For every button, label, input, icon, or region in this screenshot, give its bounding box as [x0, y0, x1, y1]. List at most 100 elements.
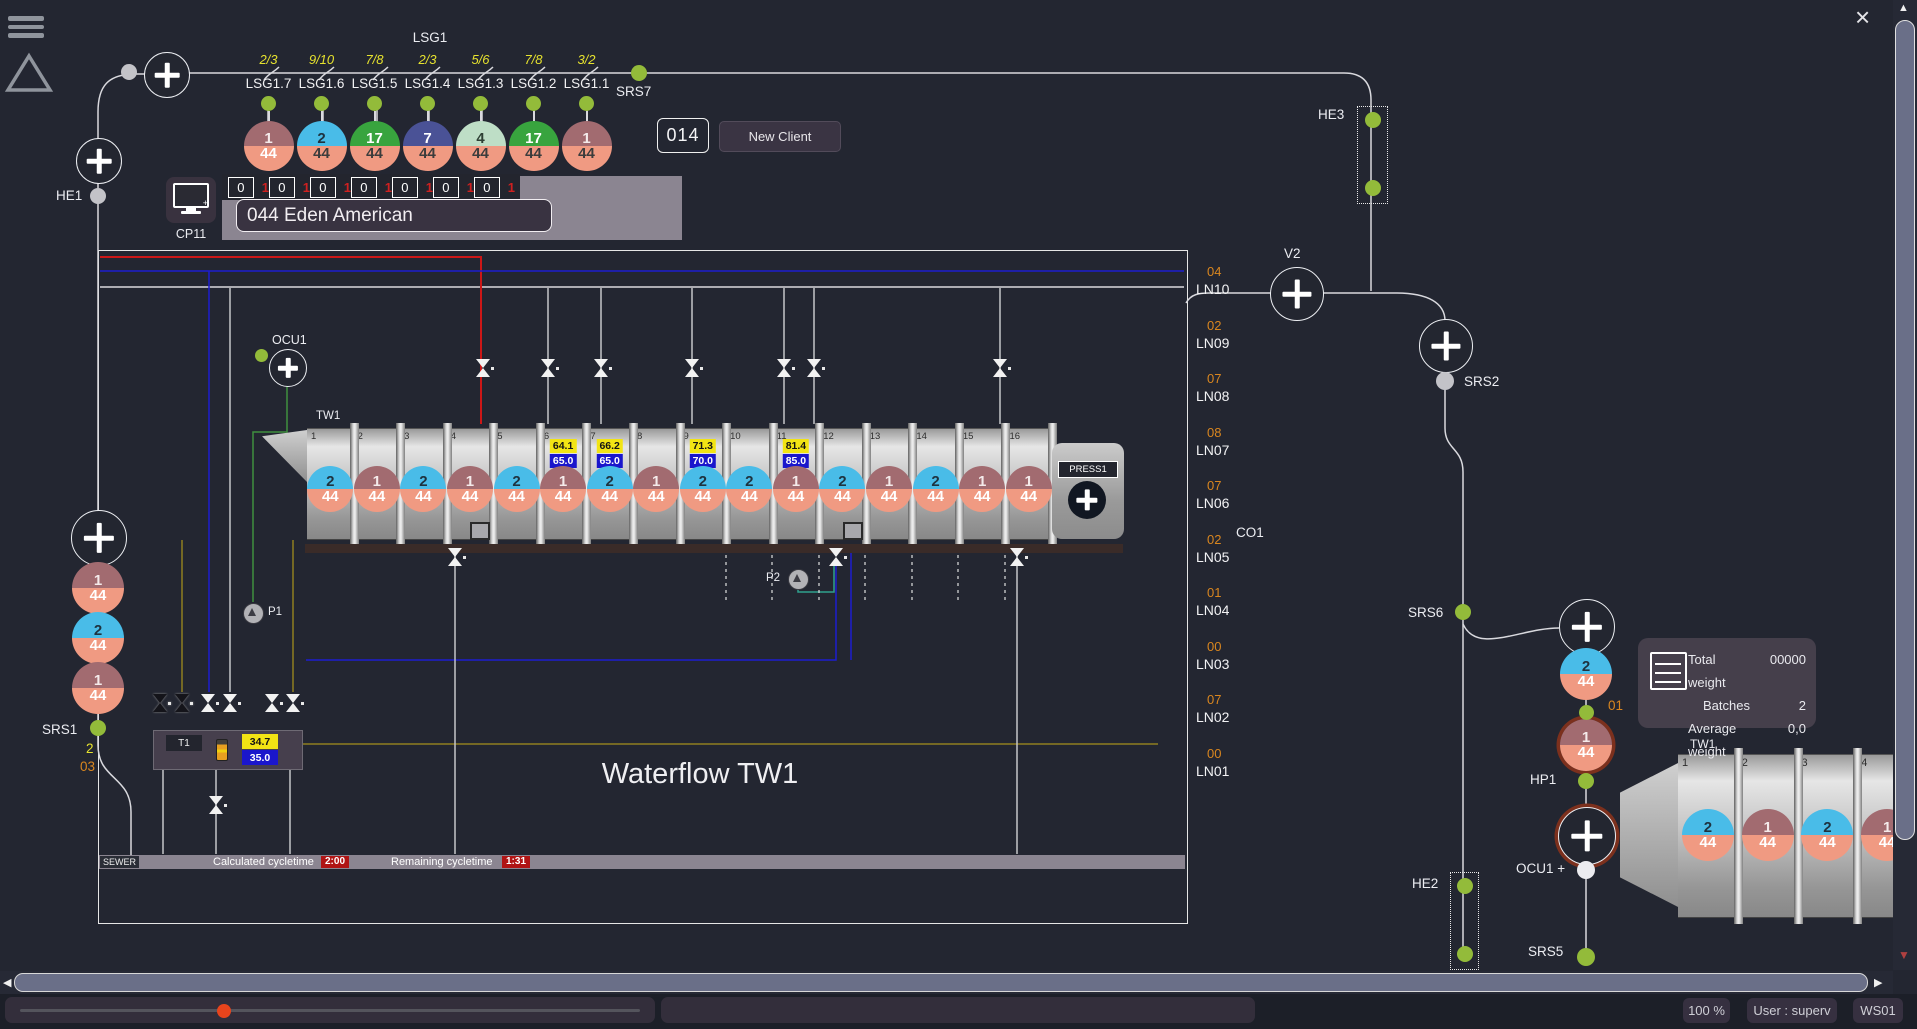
batch-circle[interactable]: 2 44 [587, 466, 633, 512]
ln-item[interactable]: 02 LN05 [1194, 526, 1229, 580]
tank-segment[interactable]: 7 66.2 65.0 2 44 [586, 429, 633, 539]
batch-circle[interactable]: 1 44 [540, 466, 586, 512]
ln-item[interactable]: 07 LN02 [1194, 686, 1229, 740]
valve-icon[interactable] [201, 694, 215, 712]
batch-circle[interactable]: 2 44 [72, 612, 124, 664]
client-name-input[interactable] [236, 199, 552, 232]
batch-circle[interactable]: 1 44 [959, 466, 1005, 512]
batch-circle[interactable]: 1 44 [72, 562, 124, 614]
valve-icon[interactable] [685, 359, 699, 377]
lsg-unit[interactable]: 2/3 LSG1.4 7 44 [401, 52, 454, 171]
counter-cell[interactable]: 0 1 [392, 177, 433, 198]
he3-unit[interactable] [1357, 106, 1388, 204]
tank-segment[interactable]: 3 2 44 [1798, 755, 1858, 917]
menu-icon[interactable] [8, 16, 44, 38]
lsg-unit[interactable]: 5/6 LSG1.3 4 44 [454, 52, 507, 171]
secondary-tray[interactable] [661, 997, 1255, 1023]
lsg-unit[interactable]: 7/8 LSG1.5 17 44 [348, 52, 401, 171]
tank-segment[interactable]: 3 2 44 [400, 429, 447, 539]
batch-circle[interactable]: 1 44 [354, 466, 400, 512]
lsg-unit[interactable]: 7/8 LSG1.2 17 44 [507, 52, 560, 171]
batch-circle[interactable]: 2 44 [680, 466, 726, 512]
zoom-level[interactable]: 100 % [1683, 998, 1730, 1023]
batch-circle[interactable]: 17 44 [509, 121, 559, 171]
tank-segment[interactable]: 11 81.4 85.0 1 44 [773, 429, 820, 539]
tank-segment[interactable]: 9 71.3 70.0 2 44 [680, 429, 727, 539]
tank-segment[interactable]: 14 2 44 [912, 429, 959, 539]
cp11-monitor-icon[interactable]: + [166, 177, 216, 223]
batch-circle[interactable]: 1 44 [773, 466, 819, 512]
tank-segment[interactable]: 8 1 44 [633, 429, 680, 539]
valve-icon[interactable] [993, 359, 1007, 377]
horizontal-scroll-thumb[interactable] [14, 973, 1868, 992]
scroll-down-icon[interactable]: ▼ [1898, 948, 1910, 962]
ln-item[interactable]: 08 LN07 [1194, 419, 1229, 473]
left-junction-plus[interactable] [71, 510, 127, 566]
new-client-button[interactable]: New Client [719, 121, 841, 152]
t1-unit[interactable]: T1 34.7 35.0 [153, 730, 303, 770]
batch-circle[interactable]: 2 44 [400, 466, 446, 512]
counter-cell[interactable]: 0 1 [351, 177, 392, 198]
tank-segment[interactable]: 2 1 44 [1738, 755, 1798, 917]
batch-circle[interactable]: 7 44 [403, 121, 453, 171]
valve-icon[interactable] [777, 359, 791, 377]
vertical-scrollbar[interactable]: ▲ ▼ [1893, 0, 1917, 970]
counter-cell[interactable]: 0 1 [433, 177, 474, 198]
workstation-badge[interactable]: WS01 [1853, 998, 1903, 1023]
he1-plus[interactable] [76, 138, 122, 184]
user-badge[interactable]: User : superv [1747, 998, 1837, 1023]
valve-icon[interactable] [265, 694, 279, 712]
batch-circle[interactable]: 1 44 [562, 121, 612, 171]
close-icon[interactable]: × [1855, 2, 1870, 33]
batch-circle[interactable]: 2 44 [297, 121, 347, 171]
hp1-circle[interactable]: 1 44 [1560, 719, 1612, 771]
lsg-unit[interactable]: 3/2 LSG1.1 1 44 [560, 52, 613, 171]
tank-segment[interactable]: 5 2 44 [493, 429, 540, 539]
batch-circle[interactable]: 1 44 [633, 466, 679, 512]
valve-icon[interactable] [807, 359, 821, 377]
ln-item[interactable]: 07 LN08 [1194, 365, 1229, 419]
tank-segment[interactable]: 10 2 44 [726, 429, 773, 539]
ln-item[interactable]: 00 LN03 [1194, 633, 1229, 687]
scroll-up-icon[interactable]: ▲ [1898, 2, 1909, 14]
batch-circle[interactable]: 2 44 [913, 466, 959, 512]
slider-handle[interactable] [217, 1004, 231, 1018]
ln-item[interactable]: 04 LN10 [1194, 258, 1229, 312]
slider-track[interactable] [20, 1009, 640, 1012]
valve-icon[interactable] [286, 694, 300, 712]
batch-circle[interactable]: 1 44 [1742, 809, 1794, 861]
batch-circle[interactable]: 1 44 [72, 662, 124, 714]
tank-segment[interactable]: 2 1 44 [354, 429, 401, 539]
horizontal-scrollbar[interactable]: ◀ ▶ [0, 971, 1893, 994]
batch-circle[interactable]: 4 44 [456, 121, 506, 171]
valve-icon[interactable] [594, 359, 608, 377]
right-junction-plus[interactable] [1559, 599, 1615, 655]
ocu1-right-plus[interactable] [1558, 807, 1616, 865]
tank-segment[interactable]: 15 1 44 [959, 429, 1006, 539]
v2-plus[interactable] [1270, 267, 1324, 321]
batch-circle[interactable]: 1 44 [447, 466, 493, 512]
valve-icon[interactable] [153, 694, 167, 712]
valve-icon[interactable] [223, 694, 237, 712]
scroll-right-icon[interactable]: ▶ [1874, 976, 1882, 989]
lsg-unit[interactable]: 9/10 LSG1.6 2 44 [295, 52, 348, 171]
batch-circle[interactable]: 17 44 [350, 121, 400, 171]
client-id-box[interactable]: 014 [657, 118, 709, 153]
batch-circle[interactable]: 2 44 [1682, 809, 1734, 861]
ln-item[interactable]: 01 LN04 [1194, 579, 1229, 633]
ln-item[interactable]: 07 LN06 [1194, 472, 1229, 526]
valve-icon[interactable] [541, 359, 555, 377]
batch-circle[interactable]: 2 44 [1801, 809, 1853, 861]
valve-icon[interactable] [1010, 548, 1024, 566]
valve-icon[interactable] [829, 548, 843, 566]
batch-circle[interactable]: 1 44 [1006, 466, 1052, 512]
lsg-unit[interactable]: 2/3 LSG1.7 1 44 [242, 52, 295, 171]
tank-segment[interactable]: 1 2 44 [1678, 755, 1738, 917]
pump-p1-icon[interactable] [243, 603, 264, 624]
batch-circle[interactable]: 2 44 [307, 466, 353, 512]
he2-unit[interactable] [1450, 872, 1479, 970]
counter-cell[interactable]: 0 1 [474, 177, 515, 198]
valve-icon[interactable] [448, 548, 462, 566]
batch-circle[interactable]: 2 44 [1560, 648, 1612, 700]
timeline-slider[interactable] [5, 997, 655, 1023]
